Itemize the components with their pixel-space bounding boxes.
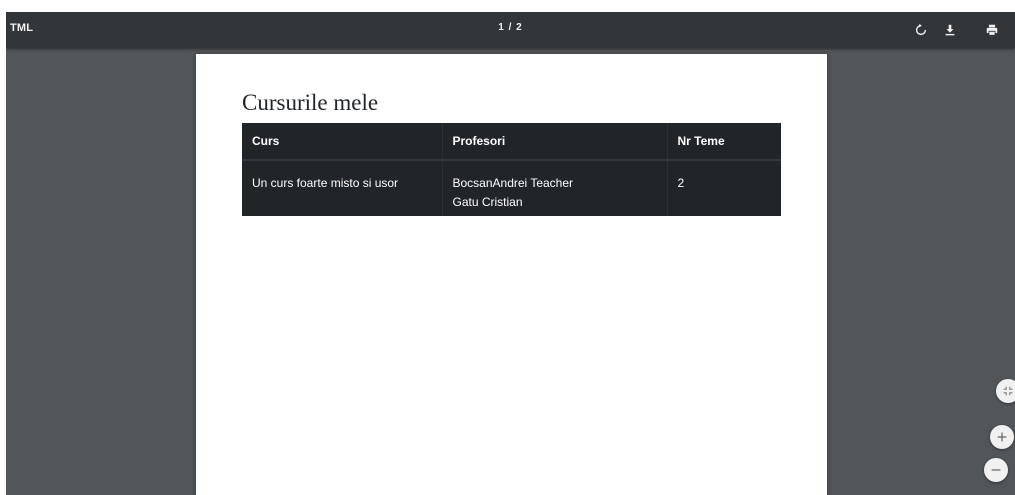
rotate-button[interactable] (910, 19, 932, 41)
zoom-out-button[interactable] (984, 458, 1008, 482)
plus-icon (997, 432, 1007, 442)
page-heading: Cursurile mele (242, 90, 379, 115)
page-indicator: 1 / 2 (498, 22, 523, 33)
column-header-curs: Curs (242, 123, 442, 161)
teachers-cell: BocsanAndrei Teacher Gatu Cristian (441, 159, 667, 216)
table-row: Un curs foarte misto si usor BocsanAndre… (242, 159, 781, 216)
viewer-toolbar: TML 1 / 2 (6, 12, 1015, 48)
course-name-cell: Un curs foarte misto si usor (242, 159, 442, 216)
print-button[interactable] (981, 19, 1003, 41)
zoom-in-button[interactable] (990, 425, 1014, 449)
pdf-viewer: TML 1 / 2 Cursurile mele Curs Profesori … (6, 12, 1015, 495)
fit-to-page-button[interactable] (996, 379, 1015, 403)
column-header-nr-teme: Nr Teme (666, 123, 781, 161)
rotate-icon (915, 23, 927, 36)
homework-count-cell: 2 (666, 159, 781, 216)
table-header-row: Curs Profesori Nr Teme (242, 123, 781, 161)
print-icon (986, 24, 998, 36)
courses-table: Curs Profesori Nr Teme Un curs foarte mi… (242, 123, 781, 216)
fit-to-page-icon (1003, 386, 1013, 396)
minus-icon (991, 469, 1001, 471)
teacher-name: BocsanAndrei Teacher (452, 176, 574, 190)
pdf-page: Cursurile mele Curs Profesori Nr Teme Un… (196, 54, 827, 495)
teacher-name: Gatu Cristian (452, 195, 523, 209)
column-header-profesori: Profesori (441, 123, 667, 161)
download-icon (945, 24, 955, 36)
download-button[interactable] (939, 19, 961, 41)
